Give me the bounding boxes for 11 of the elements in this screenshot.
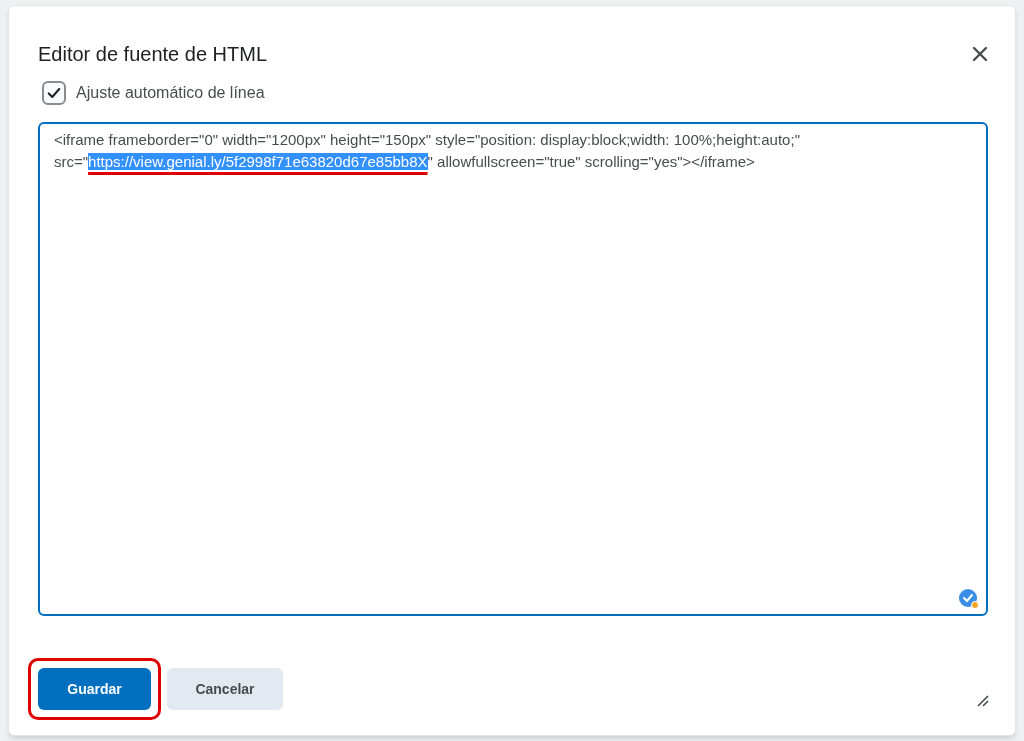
spellcheck-icon[interactable] [959,589,979,609]
checkbox[interactable] [42,81,66,105]
save-button[interactable]: Guardar [38,668,151,710]
code-text: <iframe frameborder="0" width="1200px" height="150px" style="position: display:block;width: 100%;height:auto;" src="https://view.genial.ly/5f2998f71e63820d67e85bb8X" allowfullscreen="true" scrolling="yes"></iframe> [54,130,801,172]
checkbox-label: Ajuste automático de línea [76,83,265,103]
cancel-button[interactable]: Cancelar [167,668,283,710]
check-icon [47,86,61,100]
close-icon[interactable] [971,45,989,63]
code-editor[interactable] [38,122,988,616]
resize-grip-icon[interactable] [977,695,989,707]
dialog-title: Editor de fuente de HTML [38,42,267,67]
